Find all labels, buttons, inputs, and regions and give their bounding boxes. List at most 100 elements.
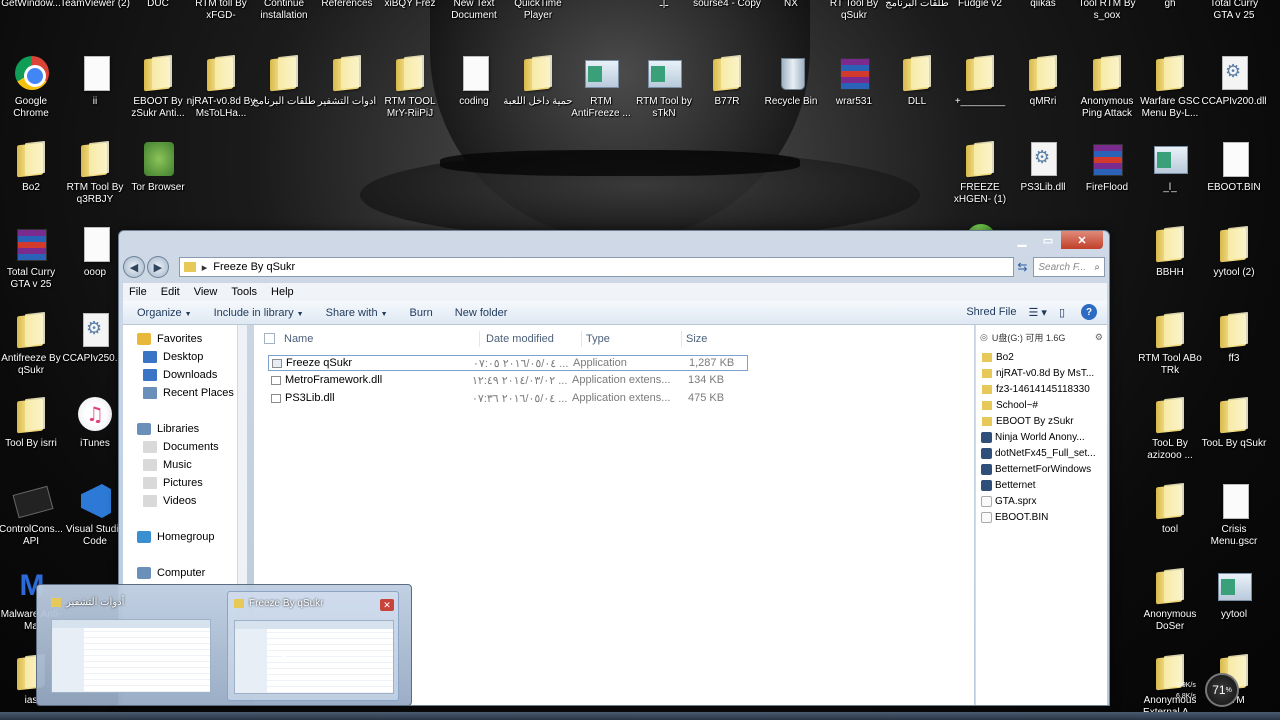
desktop-icon[interactable]: qMRri [1012,50,1074,134]
desktop-icon[interactable]: yytool (2) [1203,221,1265,305]
preview-pane-icon[interactable]: ▯ [1059,306,1065,319]
column-size[interactable]: Size [686,333,707,345]
drive-item[interactable]: EBOOT.BIN [976,509,1107,525]
toolbar-button[interactable]: Organize ▼ [137,307,192,319]
desktop-icon[interactable]: B77R [696,50,758,134]
desktop-icon[interactable]: Anonymous DoSer [1139,563,1201,647]
desktop-icon[interactable]: RT Tool By qSukr [823,0,885,36]
drive-item[interactable]: BetternetForWindows [976,461,1107,477]
toolbar-button[interactable]: Include in library ▼ [214,307,304,319]
column-date-modified[interactable]: Date modified [486,333,554,345]
desktop-icon[interactable]: EBOOT By zSukr Anti... [127,50,189,134]
desktop-icon[interactable]: PS3Lib.dll [1012,136,1074,220]
desktop-icon[interactable]: Tool RTM By s_oox [1076,0,1138,36]
drive-item[interactable]: School~# [976,397,1107,413]
file-row[interactable]: PS3Lib.dll ٢٠١٦/٠٥/٠٤ ٠٧:٣٦ ... Applicatio… [268,391,748,407]
desktop-icon[interactable]: ii [64,50,126,134]
desktop-icon[interactable]: coding [443,50,505,134]
desktop-icon[interactable]: QuickTime Player [507,0,569,36]
desktop-icon[interactable]: RTM toll By xFGD- [190,0,252,36]
toolbar-button[interactable]: Share with ▼ [326,307,388,319]
desktop-icon[interactable]: RTM Tool by sTkN [633,50,695,134]
nav-item[interactable]: Computer [123,564,244,582]
desktop-icon[interactable]: TeamViewer (2) [60,0,130,36]
drive-item[interactable]: Bo2 [976,349,1107,365]
window-caption[interactable]: ▁ ▭ ✕ [119,231,1109,253]
desktop-icon[interactable]: Tool By isrri [0,392,62,476]
desktop-icon[interactable]: gh [1139,0,1201,36]
nav-item[interactable]: Homegroup [123,528,244,546]
nav-item[interactable]: Recent Places [123,384,244,402]
desktop-icon[interactable]: iTunes [64,392,126,476]
desktop-icon[interactable]: xiBQY Frez [379,0,441,36]
drive-item[interactable]: GTA.sprx [976,493,1107,509]
desktop-icon[interactable]: Continue installation [253,0,315,36]
toolbar-button[interactable]: Burn [410,307,433,319]
desktop-icon[interactable]: DUC [127,0,189,36]
desktop-icon[interactable]: Warfare GSC Menu By-L... [1139,50,1201,134]
window-thumbnail[interactable]: Freeze By qSukr ✕ [227,591,399,701]
nav-item[interactable]: Desktop [123,348,244,366]
desktop-icon[interactable]: RTM Tool By q3RBJY [64,136,126,220]
drive-item[interactable]: dotNetFx45_Full_set... [976,445,1107,461]
menu-file[interactable]: File [129,286,147,298]
desktop-icon[interactable]: References [316,0,378,36]
select-all-checkbox[interactable] [264,333,275,344]
close-button[interactable]: ✕ [1061,231,1103,249]
desktop-icon[interactable]: CCAPIv250.dll [62,307,128,391]
desktop-icon[interactable]: ControlCons... API [0,478,63,562]
desktop-icon[interactable]: +________ [949,50,1011,134]
help-icon[interactable]: ? [1081,304,1097,320]
nav-item[interactable]: Downloads [123,366,244,384]
desktop-icon[interactable]: Fudgie v2 [949,0,1011,36]
column-type[interactable]: Type [586,333,610,345]
nav-item[interactable]: Pictures [123,474,244,492]
desktop-icon[interactable]: EBOOT.BIN [1203,136,1265,220]
maximize-button[interactable]: ▭ [1035,231,1061,249]
view-options-icon[interactable]: ☰ ▾ [1028,306,1046,319]
desktop-icon[interactable]: RTM Tool ABo TRk [1138,307,1202,391]
desktop-icon[interactable]: ooop [64,221,126,305]
desktop-icon[interactable]: طلقات البرنامج [885,0,949,36]
desktop-icon[interactable]: New Text Document [443,0,505,36]
desktop-icon[interactable]: Tor Browser [127,136,189,220]
drive-item[interactable]: Betternet [976,477,1107,493]
nav-item[interactable]: Libraries [123,420,244,438]
desktop-icon[interactable]: GetWindow... [0,0,62,36]
desktop-icon[interactable]: yytool [1203,563,1265,647]
settings-icon[interactable]: ⚙ [1095,332,1103,343]
desktop-icon[interactable]: أدوات التشفير [316,50,378,134]
menu-edit[interactable]: Edit [161,286,180,298]
desktop-icon[interactable]: Google Chrome [0,50,62,134]
search-input[interactable]: Search F... ⌕ [1033,257,1105,277]
desktop-icon[interactable]: tool [1139,478,1201,562]
refresh-icon[interactable]: ⇆ [1014,257,1032,277]
desktop-icon[interactable]: TooL By azizooo ... [1139,392,1201,476]
minimize-button[interactable]: ▁ [1009,231,1035,249]
desktop-icon[interactable]: sourse4 - Copy [693,0,761,36]
desktop-icon[interactable]: ـ|ـ [633,0,695,36]
desktop-icon[interactable]: NX [760,0,822,36]
desktop-icon[interactable]: TooL By qSukr [1202,392,1267,476]
file-row[interactable]: Freeze qSukr ٢٠١٦/٠٥/٠٤ ٠٧:٠٥ ... Applicat… [268,355,748,371]
address-bar[interactable]: ▸ Freeze By qSukr [178,257,1014,277]
desktop-icon[interactable]: Visual Studio Code [64,478,126,562]
menu-help[interactable]: Help [271,286,294,298]
back-button[interactable]: ◀ [123,256,145,278]
nav-item[interactable]: Favorites [123,330,244,348]
desktop-icon[interactable]: DLL [886,50,948,134]
desktop-icon[interactable]: qiikas [1012,0,1074,36]
desktop-icon[interactable]: RTM TOOL MrY-RiiPiJ [379,50,441,134]
desktop-icon[interactable]: Total Curry GTA v 25 [0,221,62,305]
nav-item[interactable]: Music [123,456,244,474]
nav-item[interactable]: Videos [123,492,244,510]
desktop-icon[interactable]: ff3 [1203,307,1265,391]
drive-item[interactable]: Ninja World Anony... [976,429,1107,445]
desktop-icon[interactable]: RTM AntiFreeze ... [570,50,632,134]
drive-item[interactable]: njRAT-v0.8d By MsT... [976,365,1107,381]
menu-view[interactable]: View [194,286,218,298]
taskbar[interactable] [0,712,1280,720]
file-row[interactable]: MetroFramework.dll ٢٠١٤/٠٣/٠٢ ١٢:٤٩ ... Ap… [268,373,748,389]
desktop-icon[interactable]: BBHH [1139,221,1201,305]
forward-button[interactable]: ▶ [146,256,169,278]
